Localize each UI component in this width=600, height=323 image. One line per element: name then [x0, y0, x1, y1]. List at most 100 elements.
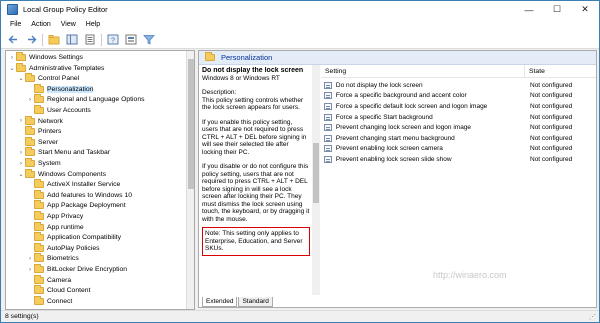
expand-chevron-icon[interactable]: › [8, 55, 16, 61]
gpedit-app-icon [7, 4, 18, 15]
policy-row[interactable]: Prevent changing lock screen and logon i… [321, 122, 596, 133]
policy-row[interactable]: Prevent enabling lock screen slide show N… [321, 154, 596, 165]
policy-row[interactable]: Force a specific background and accent c… [321, 91, 596, 102]
expand-chevron-icon[interactable]: ⌄ [17, 75, 25, 82]
tree-item[interactable]: ⌄ Windows Components [17, 168, 106, 180]
policy-name: Force a specific Start background [335, 113, 433, 121]
policy-state: Not configured [530, 113, 573, 121]
list-header: Setting State [321, 65, 596, 78]
tree-item[interactable]: ActiveX Installer Service [26, 179, 120, 190]
policy-row[interactable]: Force a specific default lock screen and… [321, 101, 596, 112]
details-pane: Personalization Do not display the lock … [198, 50, 597, 308]
tree-item[interactable]: User Accounts [26, 105, 91, 116]
expand-chevron-icon[interactable]: › [26, 256, 34, 262]
tree-item-label: Windows Components [38, 170, 106, 178]
up-folder-icon[interactable] [47, 33, 61, 47]
tree-item-label: Regional and Language Options [47, 96, 145, 104]
folder-icon [34, 179, 44, 189]
folder-icon [34, 253, 44, 263]
tree-item-label: Personalization [47, 85, 94, 93]
expand-chevron-icon[interactable]: ⌄ [8, 65, 16, 72]
menu-view[interactable]: View [56, 21, 81, 28]
description-scrollbar[interactable] [312, 65, 320, 295]
expand-chevron-icon[interactable]: › [26, 97, 34, 103]
tree-item[interactable]: › Windows Settings [8, 52, 83, 63]
tree-item[interactable]: › Start Menu and Taskbar [17, 147, 110, 158]
policy-row[interactable]: Prevent changing start menu background No… [321, 133, 596, 144]
tree-item[interactable]: ⌄ Control Panel [17, 73, 79, 84]
expand-chevron-icon[interactable]: › [17, 161, 25, 167]
policy-state: Not configured [530, 155, 573, 163]
tree-item-label: Start Menu and Taskbar [38, 149, 111, 157]
properties-icon[interactable] [124, 33, 138, 47]
title-bar: Local Group Policy Editor — ☐ ✕ [1, 1, 599, 18]
tree-item[interactable]: › Regional and Language Options [26, 94, 145, 105]
description-paragraph-2: If you enable this policy setting, users… [202, 118, 307, 156]
policy-tree[interactable]: › Windows Settings ⌄ Administrative Templat… [5, 50, 195, 310]
tree-item[interactable]: App Package Deployment [26, 200, 126, 211]
menu-help[interactable]: Help [81, 21, 105, 28]
minimize-button[interactable]: — [515, 1, 543, 18]
tab-standard[interactable]: Standard [238, 297, 273, 307]
tree-item[interactable]: Application Compatibility [26, 232, 121, 243]
svg-text:?: ? [111, 38, 115, 45]
window-controls: — ☐ ✕ [515, 1, 599, 18]
tree-item[interactable]: Server [17, 136, 58, 148]
tree-item[interactable]: Connect [26, 295, 72, 307]
expand-chevron-icon[interactable]: ⌄ [17, 171, 25, 178]
tree-item[interactable]: Camera [26, 274, 71, 286]
export-list-icon[interactable] [83, 33, 97, 47]
menu-action[interactable]: Action [26, 21, 55, 28]
policy-row[interactable]: Do not display the lock screen Not config… [321, 80, 596, 91]
menu-file[interactable]: File [5, 21, 26, 28]
column-header-state[interactable]: State [525, 65, 596, 77]
scrollbar-thumb[interactable] [313, 143, 319, 203]
tree-item[interactable]: › BitLocker Drive Encryption [26, 264, 127, 275]
expand-chevron-icon[interactable]: › [17, 118, 25, 124]
tree-item-label: Windows Settings [29, 54, 84, 61]
forward-arrow-icon[interactable] [24, 33, 38, 47]
folder-icon [34, 295, 44, 305]
policy-setting-icon [324, 155, 332, 163]
tree-item[interactable]: ⌄ Administrative Templates [8, 62, 104, 74]
tree-scrollbar[interactable] [186, 51, 194, 309]
policy-name: Force a specific default lock screen and… [335, 102, 488, 110]
help-icon[interactable]: ? [106, 33, 120, 47]
scrollbar-thumb[interactable] [188, 59, 194, 189]
tree-item[interactable]: Add features to Windows 10 [26, 189, 132, 201]
tree-item[interactable]: App Privacy [26, 211, 83, 222]
tree-item[interactable]: Cloud Content [26, 285, 90, 296]
back-arrow-icon[interactable] [6, 33, 20, 47]
status-text: 8 setting(s) [5, 313, 39, 320]
tree-item[interactable]: › System [17, 158, 61, 169]
expand-chevron-icon[interactable]: › [26, 267, 34, 273]
settings-list: Setting State Do not display the lock sc… [321, 65, 596, 295]
tree-item[interactable]: › Network [17, 115, 63, 127]
menu-bar: File Action View Help [1, 18, 599, 31]
tree-item-label: Biometrics [47, 255, 79, 263]
policy-name: Do not display the lock screen [335, 81, 423, 89]
folder-icon [25, 147, 35, 157]
tree-item-label: AutoPlay Policies [47, 244, 100, 252]
tab-extended[interactable]: Extended [202, 297, 238, 307]
tree-item[interactable]: Personalization [26, 83, 94, 95]
watermark: http://winaero.com [433, 270, 507, 280]
expand-chevron-icon[interactable]: › [17, 150, 25, 156]
tree-item[interactable]: App runtime [26, 221, 84, 233]
filter-icon[interactable] [142, 33, 156, 47]
policy-row[interactable]: Force a specific Start background Not con… [321, 112, 596, 123]
folder-icon [25, 73, 35, 83]
folder-icon [34, 274, 44, 284]
tree-item[interactable]: AutoPlay Policies [26, 242, 100, 254]
tree-item[interactable]: › Biometrics [26, 253, 79, 264]
tree-item-label: Printers [38, 128, 62, 136]
folder-icon [16, 62, 26, 72]
resize-grip-icon[interactable]: ⋰ [589, 313, 599, 321]
column-header-setting[interactable]: Setting [321, 65, 525, 77]
extended-description: Do not display the lock screen Windows 8… [202, 67, 310, 295]
maximize-button[interactable]: ☐ [543, 1, 571, 18]
policy-row[interactable]: Prevent enabling lock screen camera Not c… [321, 144, 596, 155]
show-hide-tree-icon[interactable] [65, 33, 79, 47]
tree-item[interactable]: Printers [17, 126, 61, 137]
close-button[interactable]: ✕ [571, 1, 599, 18]
